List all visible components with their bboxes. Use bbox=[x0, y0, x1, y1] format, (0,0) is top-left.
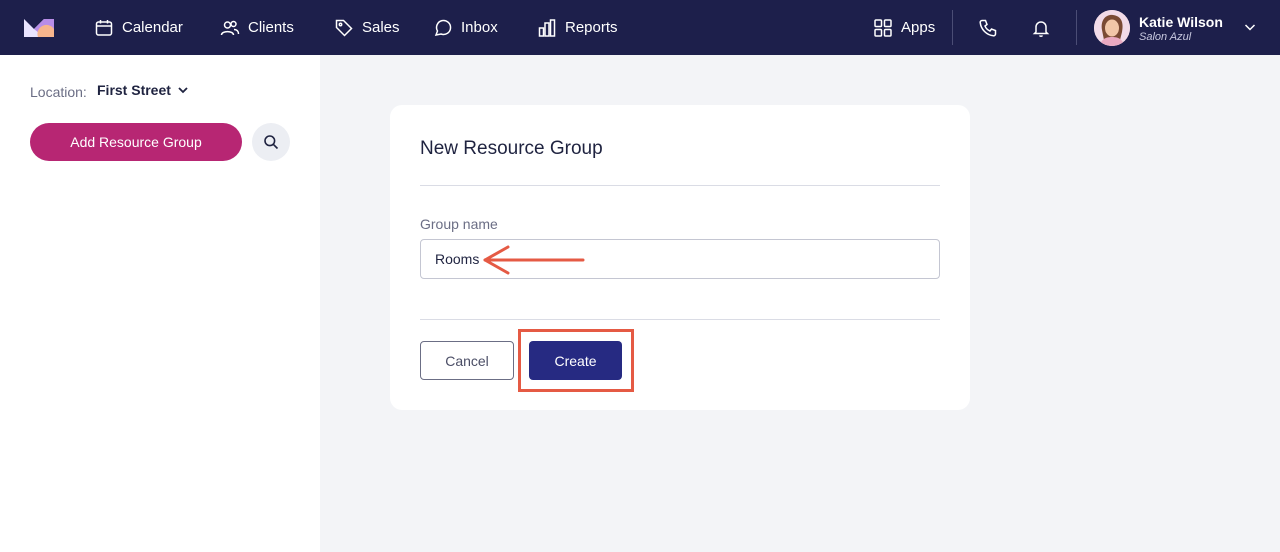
brand-logo[interactable] bbox=[24, 17, 54, 37]
avatar[interactable] bbox=[1094, 10, 1130, 46]
nav-calendar-label: Calendar bbox=[122, 19, 183, 36]
card-title: New Resource Group bbox=[420, 138, 603, 159]
location-selector[interactable]: First Street bbox=[97, 82, 189, 98]
nav-clients-label: Clients bbox=[248, 19, 294, 36]
divider bbox=[420, 319, 940, 320]
nav-sales[interactable]: Sales bbox=[334, 0, 400, 55]
divider bbox=[420, 185, 940, 186]
new-resource-group-card: New Resource Group Group name Cancel Cre… bbox=[390, 105, 970, 410]
phone-icon bbox=[979, 19, 997, 37]
phone-button[interactable] bbox=[978, 0, 998, 55]
top-navigation-bar: Calendar Clients Sales Inbox Reports App… bbox=[0, 0, 1280, 55]
nav-apps[interactable]: Apps bbox=[873, 0, 935, 55]
nav-divider bbox=[1076, 10, 1077, 45]
nav-clients[interactable]: Clients bbox=[220, 0, 294, 55]
nav-reports-label: Reports bbox=[565, 19, 618, 36]
chat-icon bbox=[434, 19, 452, 36]
nav-inbox-label: Inbox bbox=[461, 19, 498, 36]
user-organization: Salon Azul bbox=[1139, 31, 1192, 43]
bar-chart-icon bbox=[538, 18, 556, 37]
apps-grid-icon bbox=[874, 18, 892, 37]
chevron-down-icon[interactable] bbox=[1243, 20, 1257, 34]
nav-inbox[interactable]: Inbox bbox=[433, 0, 498, 55]
create-button[interactable]: Create bbox=[529, 341, 622, 380]
nav-divider bbox=[952, 10, 953, 45]
nav-reports[interactable]: Reports bbox=[537, 0, 618, 55]
add-resource-group-button[interactable]: Add Resource Group bbox=[30, 123, 242, 161]
nav-sales-label: Sales bbox=[362, 19, 400, 36]
sidebar: Location: First Street Add Resource Grou… bbox=[0, 55, 320, 552]
group-name-input[interactable] bbox=[420, 239, 940, 279]
group-name-label: Group name bbox=[420, 216, 498, 232]
location-label: Location: bbox=[30, 84, 87, 100]
user-name: Katie Wilson bbox=[1139, 14, 1223, 30]
search-icon bbox=[264, 135, 279, 150]
tag-icon bbox=[335, 19, 353, 37]
nav-apps-label: Apps bbox=[901, 19, 936, 36]
bell-icon bbox=[1032, 20, 1050, 37]
chevron-down-icon bbox=[178, 87, 188, 94]
search-button[interactable] bbox=[252, 123, 290, 161]
user-photo-icon bbox=[1094, 10, 1130, 46]
users-icon bbox=[220, 20, 240, 35]
nav-calendar[interactable]: Calendar bbox=[94, 0, 183, 55]
notifications-button[interactable] bbox=[1031, 0, 1051, 55]
calendar-icon bbox=[95, 19, 113, 36]
cancel-button[interactable]: Cancel bbox=[420, 341, 514, 380]
location-value: First Street bbox=[97, 82, 171, 98]
